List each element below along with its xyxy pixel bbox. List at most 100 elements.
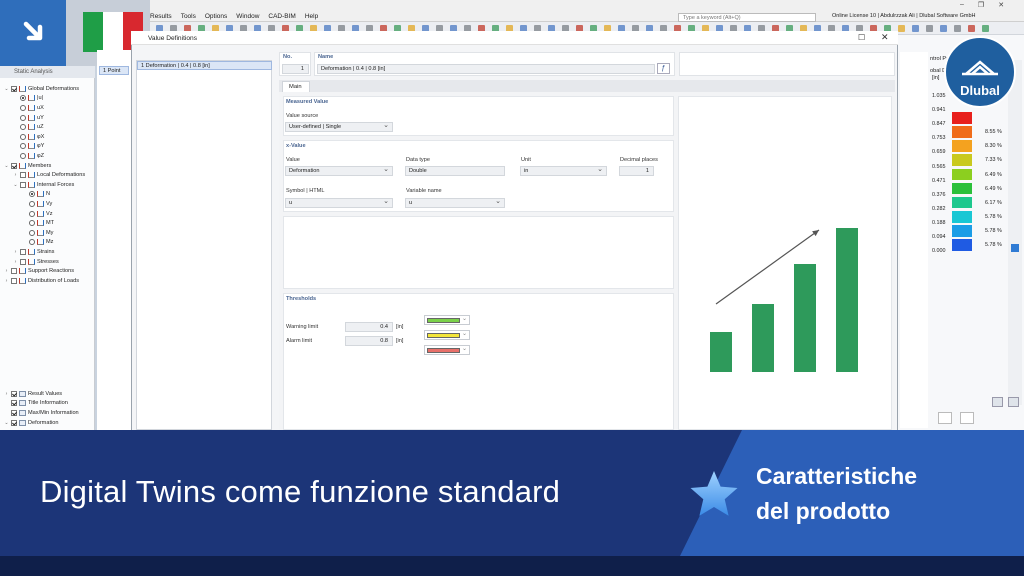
radio-button[interactable] bbox=[29, 239, 35, 246]
tree-item[interactable]: Max/Min Information bbox=[4, 408, 79, 418]
tree-item[interactable]: MT bbox=[22, 218, 54, 228]
radio-button[interactable] bbox=[29, 191, 35, 198]
toolbar-button[interactable] bbox=[926, 25, 933, 32]
radio-button[interactable] bbox=[29, 200, 35, 207]
menu-window[interactable]: Window bbox=[236, 13, 259, 20]
menu-results[interactable]: Results bbox=[150, 13, 172, 20]
radio-button[interactable] bbox=[29, 229, 35, 236]
chevron-icon[interactable]: ⌄ bbox=[4, 420, 9, 426]
toolbar-button[interactable] bbox=[982, 25, 989, 32]
tree-item[interactable]: My bbox=[22, 228, 53, 238]
toolbar-button[interactable] bbox=[898, 25, 905, 32]
checkbox[interactable] bbox=[20, 248, 26, 255]
chevron-right-icon[interactable]: › bbox=[13, 172, 18, 178]
checkbox[interactable] bbox=[20, 258, 26, 265]
name-field[interactable]: Deformation | 0.4 | 0.8 [in] bbox=[317, 64, 655, 74]
number-field[interactable]: 1 bbox=[282, 64, 309, 74]
chevron-icon[interactable]: › bbox=[4, 391, 9, 397]
checkbox[interactable] bbox=[11, 400, 17, 407]
legend-slider[interactable] bbox=[1008, 60, 1022, 405]
radio-button[interactable] bbox=[29, 220, 35, 227]
tree-item[interactable]: φX bbox=[13, 132, 44, 142]
tree-item[interactable]: › Distribution of Loads bbox=[4, 276, 79, 286]
tree-item[interactable]: › Result Values bbox=[4, 389, 62, 399]
tree-item[interactable]: N bbox=[22, 190, 50, 200]
checkbox[interactable] bbox=[11, 390, 17, 397]
tree-item[interactable]: uZ bbox=[13, 122, 44, 132]
radio-button[interactable] bbox=[20, 133, 26, 140]
color-picker-green[interactable]: ⌄ bbox=[424, 315, 470, 325]
tab-main[interactable]: Main bbox=[282, 81, 310, 92]
tree-item[interactable]: Vz bbox=[22, 209, 53, 219]
definition-list-item[interactable]: 1 Deformation | 0.4 | 0.8 [in] bbox=[137, 61, 272, 70]
edit-name-icon[interactable]: ƒ bbox=[657, 63, 670, 74]
panel-tool-icon[interactable] bbox=[992, 397, 1003, 407]
data-type-field[interactable]: Double bbox=[405, 166, 505, 176]
color-picker-red[interactable]: ⌄ bbox=[424, 345, 470, 355]
slider-handle[interactable] bbox=[1011, 244, 1019, 252]
tree-item[interactable]: ⌄ Global Deformations bbox=[4, 84, 79, 94]
chevron-right-icon[interactable]: › bbox=[4, 278, 9, 284]
toolbar-button[interactable] bbox=[954, 25, 961, 32]
tree-item[interactable]: › Strains bbox=[13, 247, 54, 257]
checkbox[interactable] bbox=[20, 181, 26, 188]
checkbox[interactable] bbox=[11, 409, 17, 416]
checkbox[interactable] bbox=[11, 85, 17, 92]
menu-cad-bim[interactable]: CAD-BIM bbox=[268, 13, 295, 20]
radio-button[interactable] bbox=[20, 104, 26, 111]
tree-item[interactable]: φZ bbox=[13, 151, 44, 161]
panel-tool-icon[interactable] bbox=[1008, 397, 1019, 407]
maximize-icon[interactable]: ☐ bbox=[858, 33, 865, 42]
search-input[interactable]: Type a keyword (Alt+Q) bbox=[678, 13, 816, 22]
tree-item[interactable]: › Support Reactions bbox=[4, 266, 74, 276]
list-item[interactable]: 1 Point bbox=[99, 66, 129, 75]
chevron-down-icon[interactable]: ⌄ bbox=[4, 86, 9, 92]
alarm-limit-field[interactable]: 0.8 bbox=[345, 336, 393, 346]
chevron-down-icon[interactable]: ⌄ bbox=[13, 182, 18, 188]
radio-button[interactable] bbox=[20, 152, 26, 159]
symbol-select[interactable]: u bbox=[285, 198, 393, 208]
warning-limit-field[interactable]: 0.4 bbox=[345, 322, 393, 332]
radio-button[interactable] bbox=[20, 95, 26, 102]
toolbar-button[interactable] bbox=[968, 25, 975, 32]
value-source-select[interactable]: User-defined | Single bbox=[285, 122, 393, 132]
checkbox[interactable] bbox=[11, 419, 17, 426]
chevron-right-icon[interactable]: › bbox=[13, 249, 18, 255]
chevron-down-icon[interactable]: ⌄ bbox=[4, 163, 9, 169]
radio-button[interactable] bbox=[29, 210, 35, 217]
tree-item[interactable]: |u| bbox=[13, 94, 43, 104]
close-icon[interactable]: ✕ bbox=[881, 32, 889, 43]
toolbar-button[interactable] bbox=[912, 25, 919, 32]
checkbox[interactable] bbox=[11, 268, 17, 275]
tree-item[interactable]: Vy bbox=[22, 199, 52, 209]
variable-name-select[interactable]: u bbox=[405, 198, 505, 208]
minimize-icon[interactable]: – bbox=[960, 1, 964, 9]
radio-button[interactable] bbox=[20, 143, 26, 150]
checkbox[interactable] bbox=[20, 172, 26, 179]
chevron-right-icon[interactable]: › bbox=[4, 268, 9, 274]
chevron-right-icon[interactable]: › bbox=[13, 259, 18, 265]
tree-item[interactable]: › Local Deformations bbox=[13, 170, 85, 180]
tree-item[interactable]: Mz bbox=[22, 238, 53, 248]
menu-help[interactable]: Help bbox=[305, 13, 318, 20]
tree-item[interactable]: Title Information bbox=[4, 399, 68, 409]
menu-tools[interactable]: Tools bbox=[181, 13, 196, 20]
menu-options[interactable]: Options bbox=[205, 13, 227, 20]
tree-item[interactable]: › Stresses bbox=[13, 257, 59, 267]
unit-select[interactable]: in bbox=[520, 166, 607, 176]
color-picker-yellow[interactable]: ⌄ bbox=[424, 330, 470, 340]
checkbox[interactable] bbox=[11, 277, 17, 284]
tree-item[interactable]: uY bbox=[13, 113, 44, 123]
checkbox[interactable] bbox=[11, 162, 17, 169]
panel-tool-icon[interactable] bbox=[938, 412, 952, 424]
panel-tool-icon[interactable] bbox=[960, 412, 974, 424]
close-icon[interactable]: ✕ bbox=[998, 1, 1004, 9]
tree-item[interactable]: φY bbox=[13, 142, 44, 152]
tree-item[interactable]: uX bbox=[13, 103, 44, 113]
restore-icon[interactable]: ❐ bbox=[978, 1, 984, 9]
tree-item[interactable]: ⌄ Members bbox=[4, 161, 51, 171]
decimal-places-field[interactable]: 1 bbox=[619, 166, 654, 176]
tree-item[interactable]: ⌄ Deformation bbox=[4, 418, 58, 428]
value-select[interactable]: Deformation bbox=[285, 166, 393, 176]
tree-item[interactable]: ⌄ Internal Forces bbox=[13, 180, 74, 190]
